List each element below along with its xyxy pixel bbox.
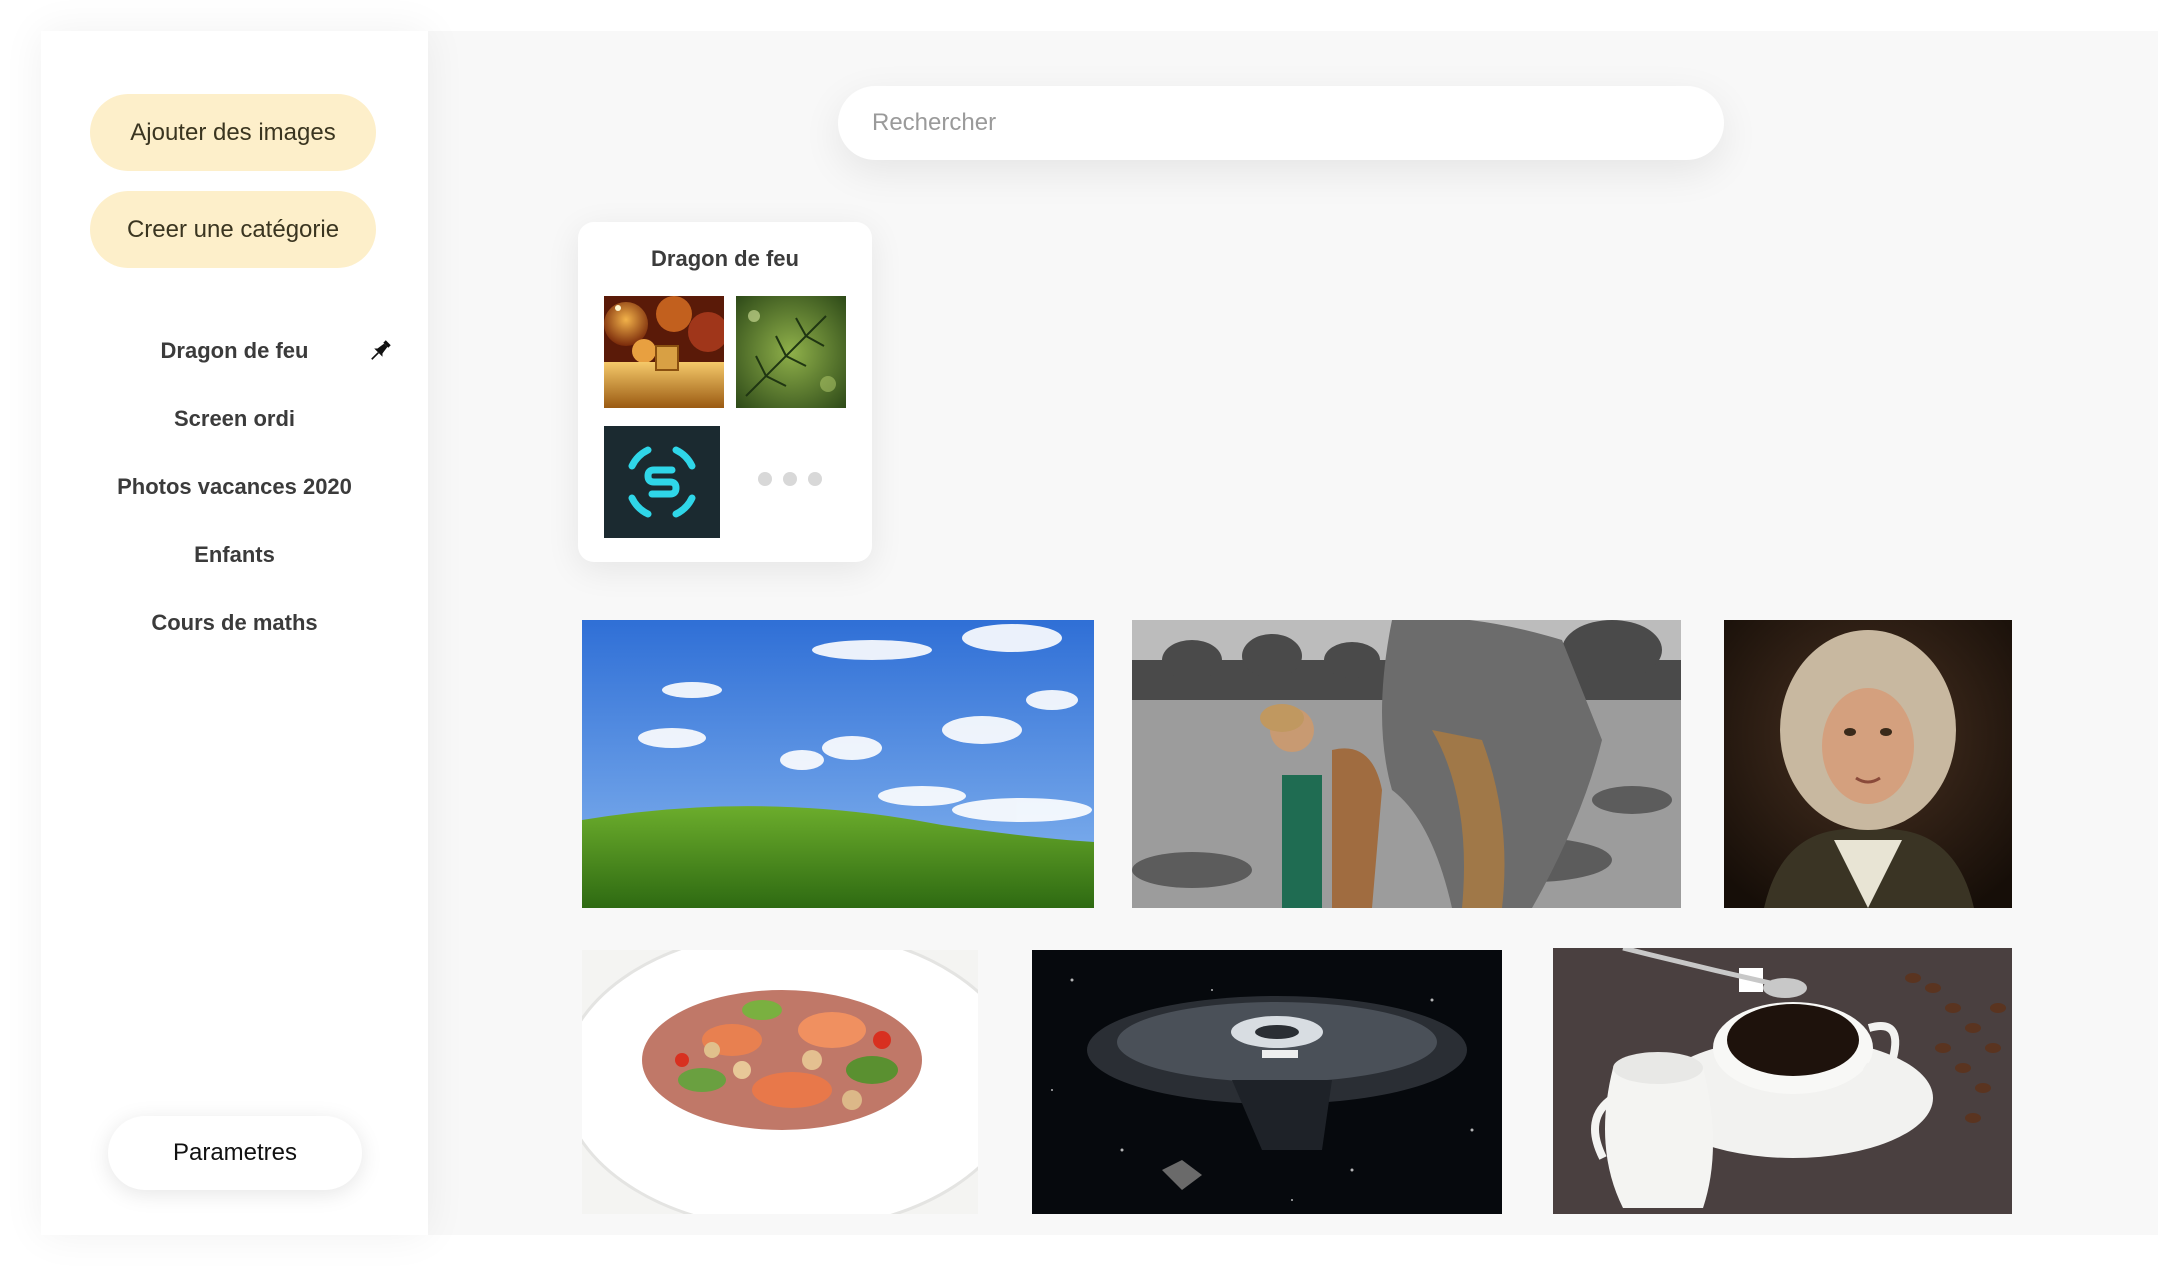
more-dots-icon[interactable] <box>758 472 822 486</box>
category-item-label: Screen ordi <box>173 406 296 431</box>
pin-icon[interactable] <box>366 337 394 365</box>
search-input[interactable] <box>838 86 1724 160</box>
golden-ornaments-thumbnail[interactable] <box>604 296 724 408</box>
green-hill-sky-photo[interactable] <box>582 620 1094 908</box>
category-item-dragon-de-feu[interactable]: Dragon de feu <box>41 331 428 371</box>
cyan-logo-thumbnail[interactable] <box>604 426 720 538</box>
coffee-cup-photo[interactable] <box>1553 948 2012 1214</box>
category-preview-card[interactable]: Dragon de feu <box>578 222 872 562</box>
category-item-label: Cours de maths <box>151 610 318 635</box>
category-item-label: Photos vacances 2020 <box>117 474 352 499</box>
category-item-screen-ordi[interactable]: Screen ordi <box>41 399 428 439</box>
category-item-enfants[interactable]: Enfants <box>41 535 428 575</box>
pine-branch-thumbnail[interactable] <box>736 296 846 408</box>
settings-button[interactable]: Parametres <box>108 1116 362 1190</box>
category-item-photos-vacances-2020[interactable]: Photos vacances 2020 <box>41 467 428 507</box>
category-item-cours-de-maths[interactable]: Cours de maths <box>41 603 428 643</box>
sidebar: Ajouter des images Creer une catégorie D… <box>41 31 428 1235</box>
category-item-label: Dragon de feu <box>160 338 309 363</box>
salad-plate-photo[interactable] <box>582 950 978 1214</box>
baroque-portrait-photo[interactable] <box>1724 620 2012 908</box>
category-card-title: Dragon de feu <box>651 246 799 271</box>
spaceship-photo[interactable] <box>1032 950 1502 1214</box>
create-category-button[interactable]: Creer une catégorie <box>90 191 376 268</box>
add-images-button[interactable]: Ajouter des images <box>90 94 376 171</box>
category-item-label: Enfants <box>194 542 275 567</box>
woman-elephant-photo[interactable] <box>1132 620 1681 908</box>
